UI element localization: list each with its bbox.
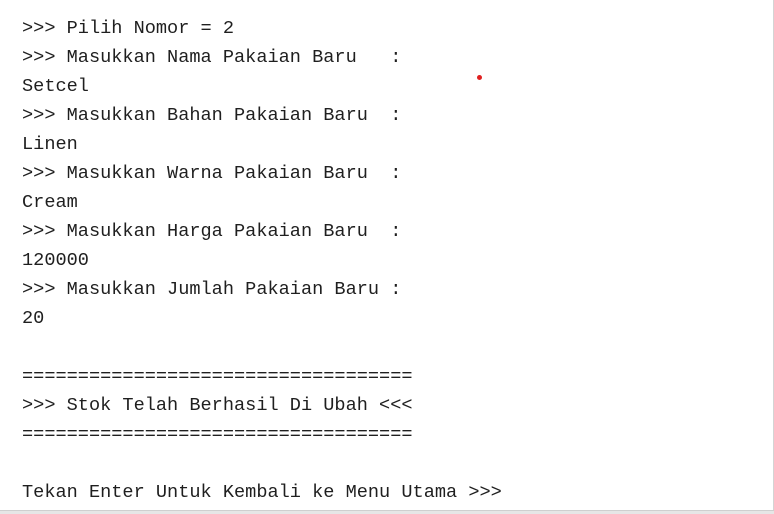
prompt-bahan-pakaian: >>> Masukkan Bahan Pakaian Baru : [22, 105, 402, 126]
prompt-nama-pakaian: >>> Masukkan Nama Pakaian Baru : [22, 47, 402, 68]
input-jumlah-pakaian: 20 [22, 308, 45, 329]
separator-bottom: =================================== [22, 424, 413, 445]
cursor-dot-icon [477, 75, 482, 80]
prompt-jumlah-pakaian: >>> Masukkan Jumlah Pakaian Baru : [22, 279, 402, 300]
input-warna-pakaian: Cream [22, 192, 78, 213]
prompt-warna-pakaian: >>> Masukkan Warna Pakaian Baru : [22, 163, 402, 184]
console-output[interactable]: >>> Pilih Nomor = 2 >>> Masukkan Nama Pa… [0, 0, 774, 510]
input-harga-pakaian: 120000 [22, 250, 89, 271]
input-nama-pakaian: Setcel [22, 76, 89, 97]
success-message: >>> Stok Telah Berhasil Di Ubah <<< [22, 395, 413, 416]
prompt-harga-pakaian: >>> Masukkan Harga Pakaian Baru : [22, 221, 402, 242]
return-to-menu-prompt: Tekan Enter Untuk Kembali ke Menu Utama … [22, 482, 502, 503]
prompt-pilih-nomor: >>> Pilih Nomor = 2 [22, 18, 235, 39]
window-bottom-edge [0, 510, 774, 514]
separator-top: =================================== [22, 366, 413, 387]
input-bahan-pakaian: Linen [22, 134, 78, 155]
